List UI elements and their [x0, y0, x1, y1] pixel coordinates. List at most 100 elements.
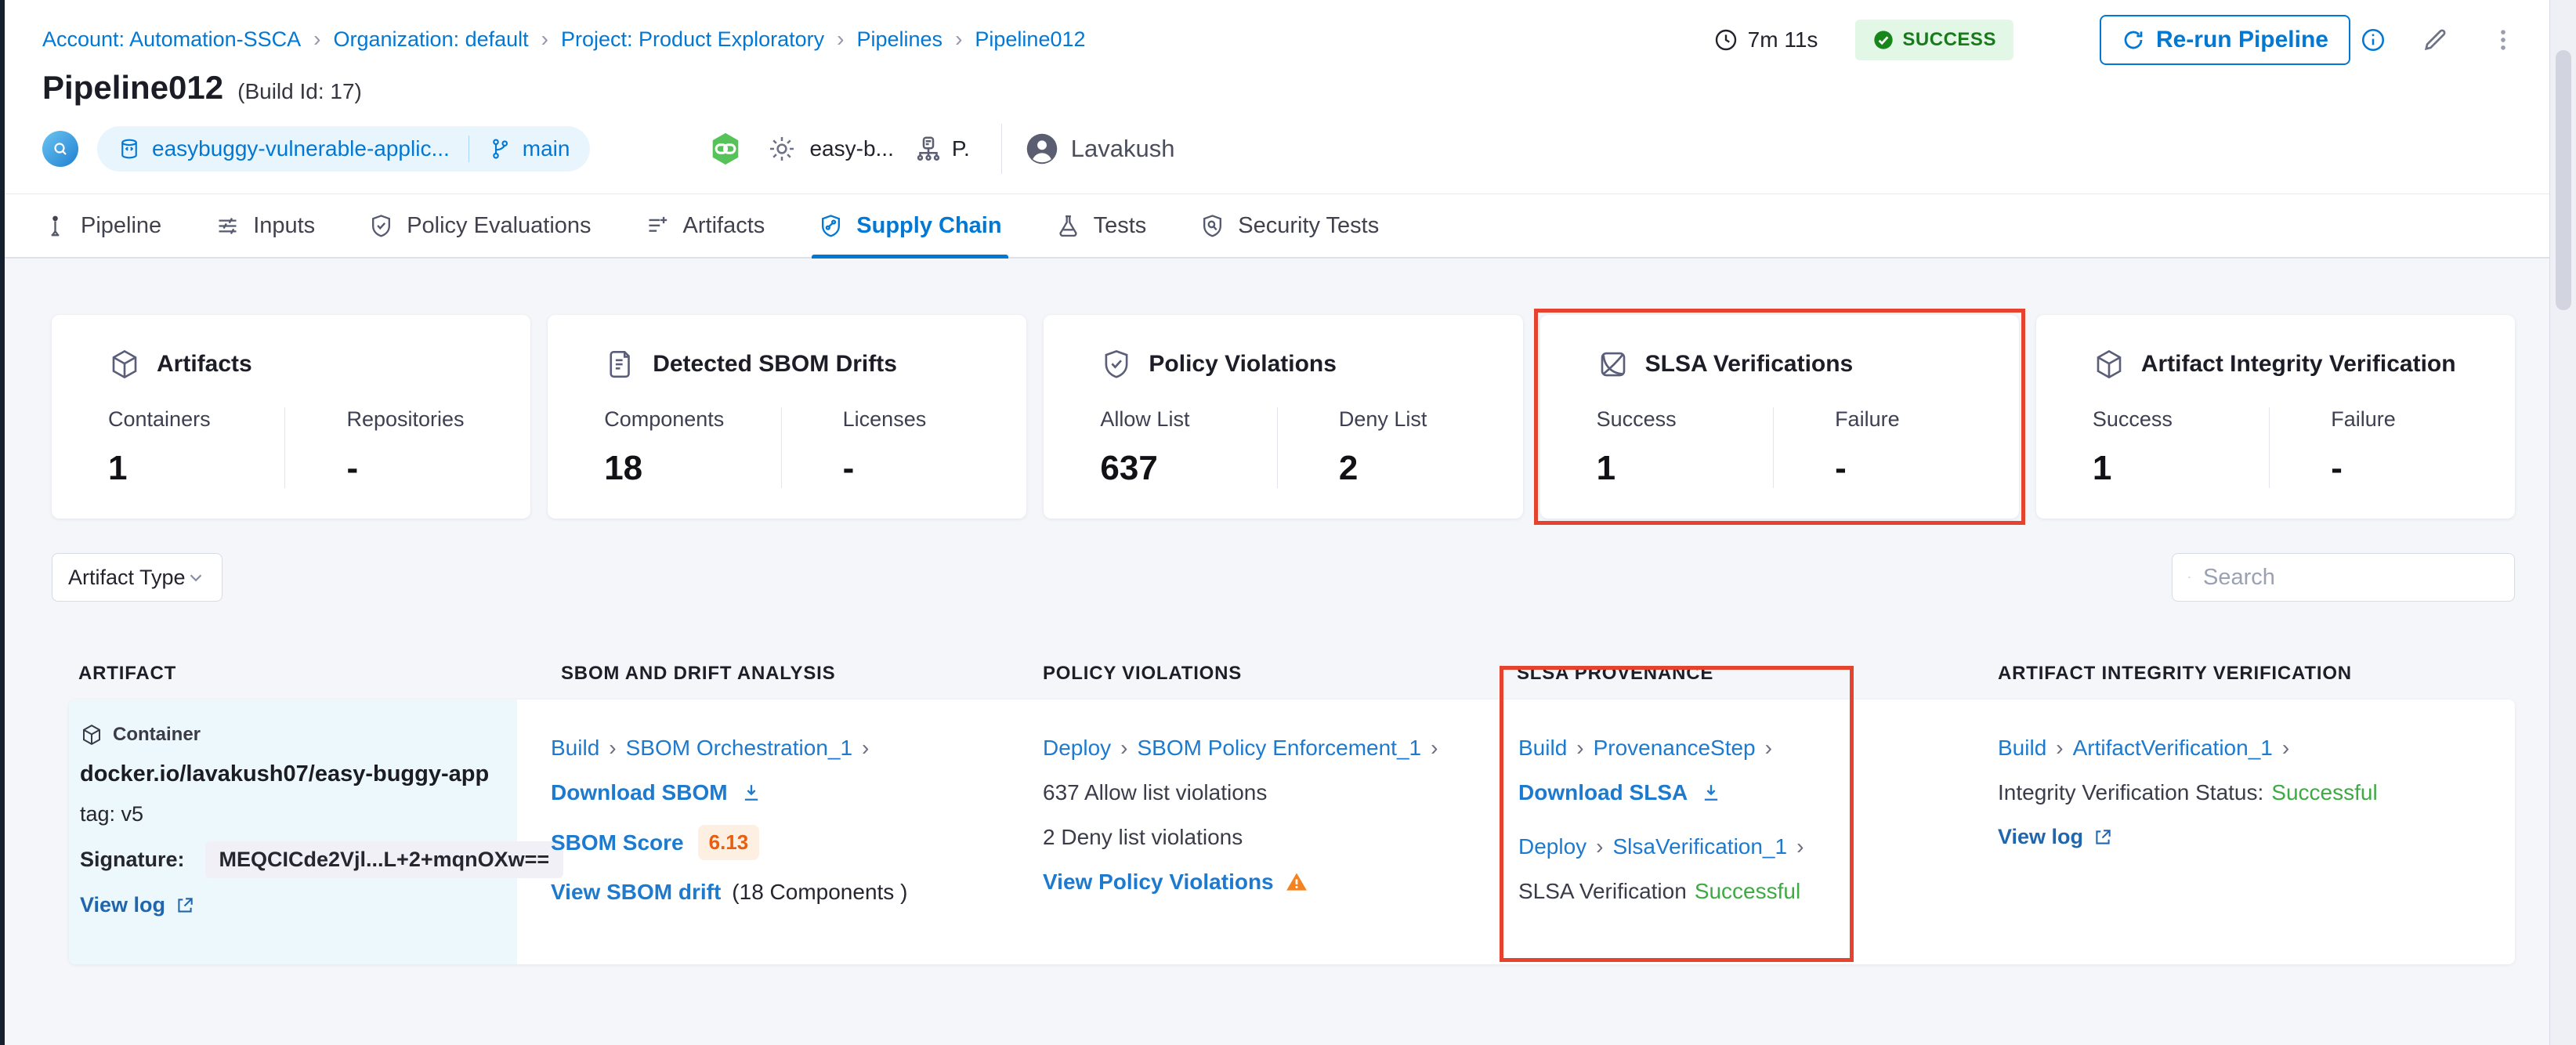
- step-link[interactable]: SBOM Orchestration_1: [626, 736, 852, 761]
- stat-value: 1: [1596, 449, 1616, 487]
- breadcrumb-pipelines[interactable]: Pipelines: [856, 27, 942, 52]
- card-title: SLSA Verifications: [1644, 351, 1854, 377]
- step-link[interactable]: SlsaVerification_1: [1613, 834, 1788, 859]
- cube-icon: [112, 349, 137, 379]
- tab-security-tests[interactable]: Security Tests: [1199, 193, 1379, 258]
- repo-branch-pill[interactable]: easybuggy-vulnerable-applic... main: [97, 126, 591, 172]
- download-sbom-link[interactable]: Download SBOM: [551, 780, 728, 805]
- tab-artifacts[interactable]: Artifacts: [645, 193, 765, 258]
- breadcrumb-project[interactable]: Project: Product Exploratory: [561, 27, 824, 52]
- chevron-separator: ›: [609, 736, 617, 760]
- slsa-status-label: SLSA Verification: [1518, 879, 1687, 903]
- run-duration: 7m 11s: [1713, 27, 1818, 52]
- deny-list-violations: 2 Deny list violations: [1043, 825, 1243, 849]
- breadcrumb-pipeline012[interactable]: Pipeline012: [975, 27, 1085, 52]
- run-controls: 7m 11s SUCCESS Re-run Pipeline: [1713, 14, 2516, 66]
- search-box: [2172, 553, 2515, 602]
- view-log-link[interactable]: View log: [80, 893, 165, 917]
- rerun-pipeline-button[interactable]: Re-run Pipeline: [2099, 15, 2350, 65]
- breadcrumb-separator: ›: [541, 27, 548, 51]
- view-log-link[interactable]: View log: [1998, 825, 2083, 849]
- status-text: SUCCESS: [1902, 29, 1996, 50]
- step-link[interactable]: SBOM Policy Enforcement_1: [1138, 736, 1422, 761]
- view-policy-violations-line: View Policy Violations: [1043, 870, 1482, 895]
- shield-check-icon: [372, 214, 391, 237]
- scrollbar-thumb[interactable]: [2556, 50, 2571, 310]
- shield-check-icon: [1105, 349, 1128, 378]
- repo-name[interactable]: easybuggy-vulnerable-applic...: [152, 136, 450, 161]
- drift-component-count: (18 Components ): [732, 880, 908, 904]
- view-sbom-drift-link[interactable]: View SBOM drift: [551, 880, 721, 905]
- breadcrumb: Account: Automation-SSCA › Organization:…: [42, 27, 1086, 52]
- column-header-integrity: ARTIFACT INTEGRITY VERIFICATION: [1998, 663, 2352, 684]
- sliders-icon: [219, 217, 237, 234]
- artifact-type-select[interactable]: Artifact Type: [52, 553, 223, 602]
- signature-label: Signature:: [80, 848, 185, 871]
- build-id: (Build Id: 17): [237, 79, 362, 103]
- info-button[interactable]: [2360, 27, 2386, 53]
- tab-tests[interactable]: Tests: [1055, 193, 1146, 258]
- artifact-type-text: Container: [113, 724, 201, 745]
- stage-link[interactable]: Deploy: [1518, 834, 1586, 859]
- signature-value[interactable]: MEQCICde2Vjl...L+2+mqnOXw==: [204, 841, 564, 878]
- service-name[interactable]: easy-b...: [809, 136, 893, 161]
- breadcrumb-org[interactable]: Organization: default: [334, 27, 529, 52]
- integrity-status-value: Successful: [2271, 780, 2378, 805]
- breadcrumb-separator: ›: [837, 27, 845, 51]
- stat-value: -: [346, 449, 359, 487]
- chevron-separator: ›: [1596, 834, 1604, 859]
- chevron-separator: ›: [1764, 736, 1772, 760]
- stat-value: 2: [1338, 449, 1359, 487]
- more-options-button[interactable]: [2490, 27, 2516, 53]
- artifact-signature: Signature: MEQCICde2Vjl...L+2+mqnOXw==: [80, 841, 564, 878]
- slsa-verification-breadcrumb: Deploy › SlsaVerification_1 ›: [1518, 834, 1894, 859]
- download-slsa-link[interactable]: Download SLSA: [1518, 780, 1688, 805]
- allow-list-violations: 637 Allow list violations: [1043, 780, 1268, 805]
- slsa-icon: [1601, 352, 1625, 377]
- stat-value: -: [1835, 449, 1847, 487]
- chevron-separator: ›: [1431, 736, 1438, 760]
- kebab-menu-icon: [2501, 30, 2505, 50]
- download-sbom-line: Download SBOM: [551, 780, 1013, 805]
- page-scrollbar[interactable]: [2549, 0, 2576, 1045]
- table-header-row: ARTIFACT SBOM AND DRIFT ANALYSIS POLICY …: [5, 663, 2549, 686]
- download-icon: [744, 785, 758, 801]
- rerun-label: Re-run Pipeline: [2155, 27, 2328, 52]
- sbom-score-link[interactable]: SBOM Score: [551, 830, 684, 855]
- stat-value: 1: [2092, 449, 2112, 487]
- header: Account: Automation-SSCA › Organization:…: [5, 0, 2549, 194]
- tab-inputs[interactable]: Inputs: [215, 193, 315, 258]
- sbom-document-icon: [610, 350, 631, 378]
- stage-link[interactable]: Build: [551, 736, 599, 761]
- stage-link[interactable]: Deploy: [1043, 736, 1111, 761]
- step-link[interactable]: ArtifactVerification_1: [2073, 736, 2273, 761]
- environment-name[interactable]: P.: [952, 136, 970, 161]
- tab-supply-chain[interactable]: Supply Chain: [812, 193, 1008, 259]
- integrity-status-label: Integrity Verification Status:: [1998, 780, 2264, 805]
- branch-name[interactable]: main: [523, 136, 570, 161]
- stat-label: Containers: [108, 407, 211, 431]
- column-header-sbom: SBOM AND DRIFT ANALYSIS: [561, 663, 836, 684]
- meta-divider: [1000, 124, 1002, 174]
- breadcrumb-account[interactable]: Account: Automation-SSCA: [42, 27, 301, 52]
- search-input[interactable]: [2203, 564, 2498, 591]
- step-link[interactable]: ProvenanceStep: [1594, 736, 1756, 761]
- stage-link[interactable]: Build: [1518, 736, 1567, 761]
- service-gear-icon: [767, 134, 797, 164]
- stat-label: Allow List: [1100, 407, 1190, 431]
- tab-policy-evaluations[interactable]: Policy Evaluations: [368, 193, 592, 258]
- search-icon: [2188, 576, 2191, 579]
- sbom-cell: Build › SBOM Orchestration_1 › Download …: [551, 700, 1013, 905]
- policy-violations-cell: Deploy › SBOM Policy Enforcement_1 › 637…: [1043, 700, 1482, 895]
- info-icon: [2361, 28, 2385, 52]
- stat-value: -: [842, 449, 855, 487]
- chevron-separator: ›: [1576, 736, 1584, 760]
- edit-pipeline-button[interactable]: [2421, 26, 2449, 54]
- stat-value: -: [2331, 449, 2343, 487]
- tab-pipeline[interactable]: Pipeline: [42, 193, 161, 258]
- view-policy-violations-link[interactable]: View Policy Violations: [1043, 870, 1274, 895]
- container-cube-icon: [83, 724, 100, 746]
- stage-link[interactable]: Build: [1998, 736, 2046, 761]
- stat-label: Licenses: [842, 407, 927, 431]
- environment-icon: [914, 135, 942, 163]
